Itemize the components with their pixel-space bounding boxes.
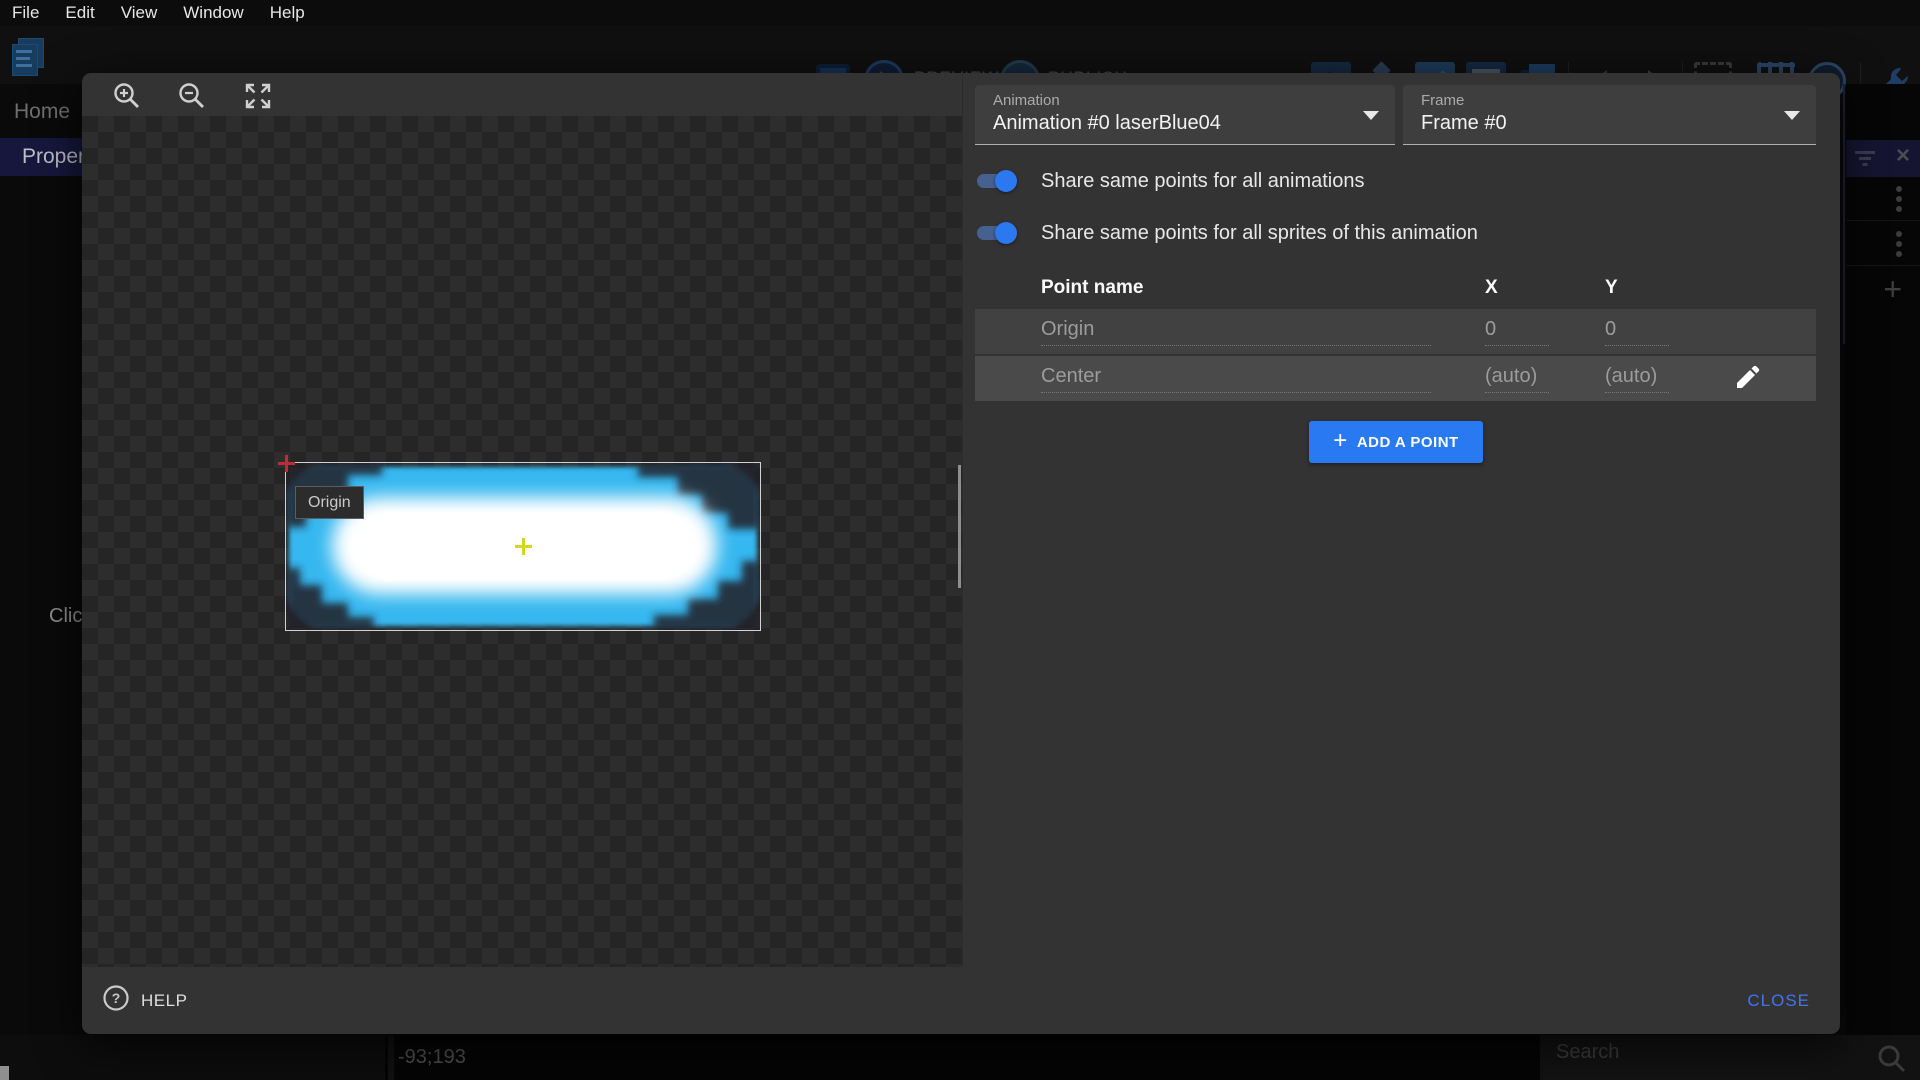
home-tab: Home	[14, 100, 70, 124]
column-point-name: Point name	[1041, 277, 1143, 299]
corner-chip	[0, 1066, 9, 1080]
background-text-fragment: Click	[49, 605, 83, 628]
sprite-canvas[interactable]: Origin	[82, 116, 962, 967]
origin-tooltip: Origin	[295, 486, 364, 519]
point-name-field[interactable]: Origin	[1041, 318, 1431, 346]
share-points-all-animations-toggle[interactable]	[975, 170, 1017, 192]
sprite-bounding-box[interactable]: Origin	[286, 463, 760, 630]
menu-bar: File Edit View Window Help	[0, 0, 1920, 26]
plus-icon: +	[1333, 431, 1348, 451]
close-button[interactable]: CLOSE	[1747, 991, 1810, 1011]
animation-select[interactable]: Animation Animation #0 laserBlue04	[975, 85, 1395, 145]
add-a-point-button[interactable]: + ADD A POINT	[1309, 421, 1483, 463]
point-y-field[interactable]: 0	[1605, 318, 1669, 346]
panel-row	[1846, 177, 1920, 221]
cursor-coordinates: -93;193	[398, 1046, 466, 1069]
panel-row	[1846, 222, 1920, 266]
share-points-all-sprites-toggle[interactable]	[975, 222, 1017, 244]
close-panel-icon: ×	[1896, 142, 1910, 170]
chevron-down-icon	[1784, 111, 1800, 120]
svg-text:?: ?	[112, 990, 121, 1006]
panel-header: ×	[1846, 140, 1920, 177]
animation-select-label: Animation	[993, 92, 1060, 109]
zoom-out-icon[interactable]	[177, 81, 207, 111]
menu-file[interactable]: File	[12, 3, 39, 23]
frame-select-value: Frame #0	[1421, 112, 1507, 135]
background-right-panel: × +	[1846, 84, 1920, 1035]
app-window: File Edit View Window Help PREVIEW PUBLI…	[0, 0, 1920, 1080]
panel-edge-divider	[1843, 84, 1845, 344]
add-icon: +	[1883, 279, 1902, 299]
status-left-pane	[0, 1035, 385, 1080]
edit-points-dialog: Origin Animation Animation #0 laserBlue0…	[82, 73, 1840, 1034]
search-icon	[1876, 1043, 1906, 1078]
panel-row: +	[1846, 267, 1920, 311]
canvas-panel-divider	[962, 73, 963, 967]
toggle-label: Share same points for all animations	[1041, 170, 1365, 193]
add-a-point-label: ADD A POINT	[1357, 434, 1459, 451]
table-row-center[interactable]: Center (auto) (auto)	[975, 356, 1816, 401]
menu-help[interactable]: Help	[270, 3, 305, 23]
points-table-header: Point name X Y	[975, 269, 1816, 305]
zoom-in-icon[interactable]	[112, 81, 142, 111]
point-x-field[interactable]: 0	[1485, 318, 1549, 346]
dialog-footer: ? HELP CLOSE	[82, 967, 1840, 1034]
filter-icon	[1854, 151, 1876, 167]
help-label: HELP	[141, 991, 187, 1011]
status-bar: -93;193	[0, 1035, 1920, 1080]
point-x-field[interactable]: (auto)	[1485, 365, 1549, 393]
edit-pencil-icon[interactable]	[1731, 364, 1761, 394]
frame-select[interactable]: Frame Frame #0	[1403, 85, 1816, 145]
origin-tooltip-label: Origin	[308, 494, 351, 512]
search-zone	[1540, 1035, 1920, 1080]
menu-view[interactable]: View	[121, 3, 158, 23]
share-points-animations-row: Share same points for all animations	[975, 167, 1365, 195]
toggle-label: Share same points for all sprites of thi…	[1041, 222, 1478, 245]
project-manager-icon	[10, 38, 48, 78]
table-row-origin[interactable]: Origin 0 0	[975, 309, 1816, 354]
more-options-icon	[1896, 186, 1902, 212]
properties-tab-label: Proper	[22, 145, 85, 169]
chevron-down-icon	[1363, 111, 1379, 120]
search-input	[1556, 1041, 1856, 1064]
help-button[interactable]: ? HELP	[102, 984, 187, 1017]
share-points-sprites-row: Share same points for all sprites of thi…	[975, 219, 1478, 247]
column-y: Y	[1605, 277, 1618, 299]
menu-window[interactable]: Window	[183, 3, 243, 23]
frame-select-label: Frame	[1421, 92, 1464, 109]
column-x: X	[1485, 277, 1498, 299]
point-y-field[interactable]: (auto)	[1605, 365, 1669, 393]
fit-to-screen-icon[interactable]	[243, 81, 273, 111]
status-divider	[388, 1035, 394, 1080]
menu-edit[interactable]: Edit	[65, 3, 94, 23]
animation-select-value: Animation #0 laserBlue04	[993, 112, 1221, 135]
help-icon: ?	[102, 984, 130, 1017]
canvas-scrollbar[interactable]	[958, 465, 961, 588]
point-name-field[interactable]: Center	[1041, 365, 1431, 393]
more-options-icon	[1896, 231, 1902, 257]
